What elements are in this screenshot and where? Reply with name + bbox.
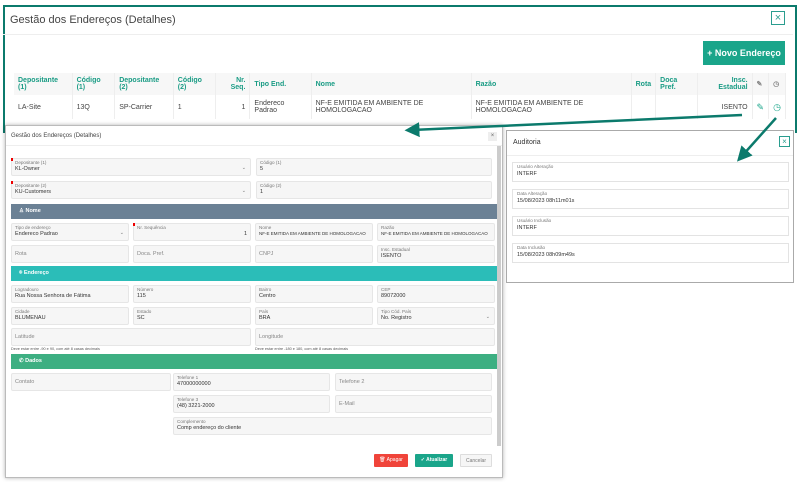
arrow-to-audit-panel (736, 117, 777, 162)
annotation-arrows (404, 113, 777, 162)
arrow-to-edit-dialog (404, 113, 743, 138)
